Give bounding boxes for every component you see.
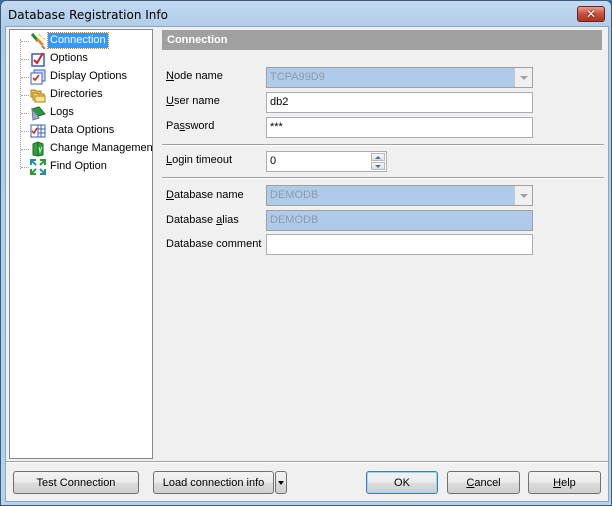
dialog-client-area: Connection Options Display Options Direc…	[5, 26, 609, 502]
plug-icon	[30, 33, 46, 49]
tree-item-label: Connection	[47, 32, 109, 49]
close-button[interactable]: ✕	[577, 6, 605, 22]
database-name-label: Database name	[166, 189, 244, 201]
accelerator-key: C	[466, 476, 475, 489]
database-alias-input[interactable]: DEMODB	[266, 210, 533, 231]
ok-button[interactable]: OK	[366, 471, 438, 494]
logs-icon	[31, 106, 46, 121]
user-name-label: User name	[166, 95, 220, 107]
test-connection-button[interactable]: Test Connection	[13, 471, 139, 494]
password-input[interactable]: ***	[266, 117, 533, 138]
label-text: ode name	[173, 70, 223, 82]
database-comment-label: Database comment	[166, 238, 262, 250]
arrow-up-icon	[375, 155, 381, 159]
label-text: Database	[166, 214, 217, 226]
section-header: Connection	[162, 30, 602, 50]
password-label: Password	[166, 120, 214, 132]
accelerator-key: H	[553, 476, 562, 489]
close-icon: ✕	[585, 7, 597, 21]
tree-branch-line	[21, 131, 29, 132]
node-name-value: TCPA99D9	[270, 71, 325, 83]
login-timeout-label: Login timeout	[166, 154, 232, 166]
tree-branch-line	[21, 167, 29, 168]
database-name-combobox[interactable]: DEMODB	[266, 185, 533, 206]
dialog-window: Database Registration Info ✕ Connection	[0, 0, 612, 506]
tree-branch-line	[21, 95, 29, 96]
tree-item-display-options[interactable]: Display Options	[10, 68, 152, 86]
user-name-input[interactable]: db2	[266, 92, 533, 113]
label-text: lias	[222, 214, 239, 226]
accelerator-key: D	[166, 189, 174, 201]
tree-item-options[interactable]: Options	[10, 50, 152, 68]
tree-item-directories[interactable]: Directories	[10, 86, 152, 104]
tree-item-label: Find Option	[50, 160, 107, 172]
tree-item-label: Logs	[50, 106, 74, 118]
find-option-icon	[30, 159, 46, 175]
title-bar[interactable]: Database Registration Info ✕	[1, 1, 611, 29]
footer-separator	[6, 461, 608, 463]
tree-branch-line	[21, 149, 29, 150]
help-button[interactable]: Help	[528, 471, 601, 494]
button-label: elp	[561, 476, 576, 489]
label-text: ser name	[173, 95, 220, 107]
database-name-value: DEMODB	[270, 189, 319, 201]
tree-item-change-management[interactable]: Change Managemen	[10, 140, 153, 158]
label-text: atabase name	[173, 189, 244, 201]
change-management-icon	[32, 141, 44, 157]
tree-item-connection[interactable]: Connection	[10, 32, 152, 50]
tree-item-find-option[interactable]: Find Option	[10, 158, 152, 176]
accelerator-key: U	[166, 95, 174, 107]
arrow-down-icon	[375, 164, 381, 168]
database-comment-input[interactable]	[266, 234, 533, 255]
chevron-down-icon	[278, 480, 284, 485]
tree-item-label: Data Options	[50, 124, 115, 136]
options-tree: Connection Options Display Options Direc…	[9, 29, 153, 459]
load-connection-info-button[interactable]: Load connection info	[153, 471, 274, 494]
node-name-label: Node name	[166, 70, 223, 82]
node-name-dropdown-button[interactable]	[514, 68, 532, 87]
label-text: Pa	[166, 120, 180, 132]
window-title: Database Registration Info	[8, 8, 168, 22]
spin-up-button[interactable]	[371, 153, 385, 161]
separator	[162, 177, 604, 179]
data-grid-icon	[30, 124, 46, 138]
tree-item-label: Directories	[50, 88, 103, 100]
label-text: ogin timeout	[172, 154, 233, 166]
chevron-down-icon	[519, 193, 528, 198]
tree-branch-line	[21, 113, 29, 114]
node-name-combobox[interactable]: TCPA99D9	[266, 67, 533, 88]
tree-branch-line	[21, 41, 29, 42]
tree-item-label: Display Options	[50, 70, 128, 82]
database-alias-label: Database alias	[166, 214, 239, 226]
tree-item-label: Change Managemen	[50, 142, 153, 154]
login-timeout-value: 0	[270, 155, 277, 167]
checkbox-icon	[31, 52, 45, 67]
cancel-button[interactable]: Cancel	[447, 471, 520, 494]
display-options-icon	[30, 69, 46, 85]
tree-branch-line	[21, 77, 29, 78]
tree-item-logs[interactable]: Logs	[10, 104, 152, 122]
tree-item-label: Options	[50, 52, 88, 64]
load-connection-info-dropdown[interactable]	[275, 471, 287, 494]
chevron-down-icon	[519, 75, 528, 80]
accelerator-key: N	[166, 70, 174, 82]
tree-item-data-options[interactable]: Data Options	[10, 122, 152, 140]
separator	[162, 144, 604, 146]
folders-icon	[30, 89, 46, 103]
tree-branch-line	[21, 59, 29, 60]
database-name-dropdown-button[interactable]	[514, 186, 532, 205]
spin-down-button[interactable]	[371, 162, 385, 170]
login-timeout-spinner[interactable]: 0	[266, 151, 387, 172]
label-text: sword	[184, 120, 215, 132]
button-label: ancel	[474, 476, 501, 489]
